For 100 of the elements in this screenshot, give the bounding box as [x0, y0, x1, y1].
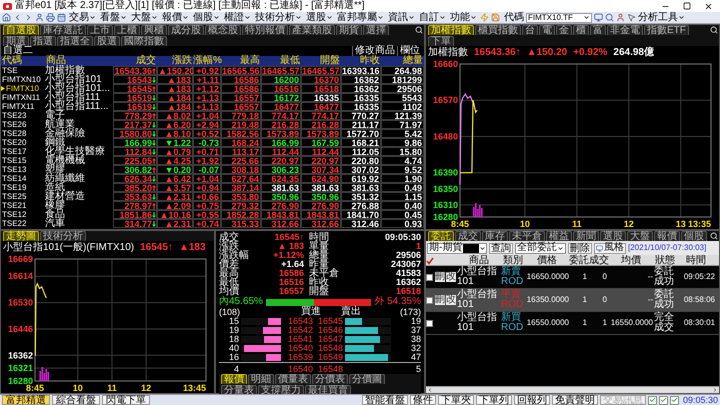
tab[interactable]: 分價圖 — [349, 374, 385, 384]
tab[interactable]: 分價表 — [312, 374, 348, 384]
menu-item[interactable]: 大盤 — [130, 12, 159, 22]
tab[interactable]: 報價 — [221, 374, 247, 384]
checkbox[interactable] — [648, 396, 657, 404]
tab[interactable]: 個股 — [681, 231, 707, 241]
menu-item[interactable]: 個股 — [192, 12, 221, 22]
tab[interactable]: 富 — [590, 25, 606, 35]
row-action-button[interactable]: 刪 — [435, 272, 445, 282]
tab[interactable]: 明細 — [248, 374, 274, 384]
save-icon[interactable] — [491, 13, 500, 22]
row-action-button[interactable]: 刪 — [435, 295, 445, 305]
person-icon[interactable] — [35, 13, 44, 22]
filter-dropdown[interactable]: 全部委託 — [515, 242, 566, 254]
back-icon[interactable] — [13, 13, 22, 22]
scroll-right-icon[interactable] — [712, 387, 718, 393]
status-button[interactable]: 回報列 — [514, 395, 550, 405]
tab[interactable]: 成交 — [455, 231, 481, 241]
menu-item[interactable]: 分析工具 — [638, 12, 685, 22]
tab[interactable]: 庫存 — [482, 231, 508, 241]
tab[interactable]: 櫃 — [573, 25, 589, 35]
menu-item[interactable]: 富邦專屬 — [336, 12, 385, 22]
menu-item[interactable]: 看盤 — [99, 12, 128, 22]
tab[interactable]: 金 — [556, 25, 572, 35]
menu-item[interactable]: 技術分析 — [254, 12, 303, 22]
status-button[interactable]: 智能看盤 — [362, 395, 408, 405]
tab[interactable]: 非金電 — [607, 25, 643, 35]
tab[interactable]: 概念股 — [205, 25, 241, 35]
delete-button[interactable]: 刪除 — [568, 242, 592, 254]
status-button[interactable]: 下單列 — [476, 395, 512, 405]
tab[interactable]: 股選 — [94, 36, 120, 46]
tab[interactable]: 下單 — [428, 36, 454, 46]
checkbox[interactable] — [670, 396, 679, 404]
tab[interactable]: 上市 — [87, 25, 113, 35]
tab[interactable]: 新聞 — [573, 231, 599, 241]
printer-icon[interactable] — [46, 13, 55, 22]
close-icon[interactable] — [704, 2, 713, 10]
menu-item[interactable]: 交易 — [68, 12, 97, 22]
tab[interactable]: 期選 — [3, 36, 29, 46]
tab[interactable]: 庫存選託 — [40, 25, 86, 35]
workspace-tab[interactable]: 閃電下單 — [102, 395, 150, 405]
tab[interactable]: 支撐壓力 — [258, 385, 304, 395]
tab[interactable]: 選股 — [600, 231, 626, 241]
menu-item[interactable]: 選股 — [305, 12, 334, 22]
tab[interactable]: 指數ETF — [644, 25, 689, 35]
tab[interactable]: 特別報價 — [242, 25, 288, 35]
workspace-tab[interactable]: 富邦精選 — [2, 395, 50, 405]
tab[interactable]: 選擇 — [363, 25, 389, 35]
home-icon[interactable] — [2, 13, 11, 22]
checkbox[interactable] — [426, 296, 433, 304]
check-all-icon[interactable] — [426, 256, 434, 264]
status-button[interactable]: 下單夾 — [438, 395, 474, 405]
maximize-icon[interactable] — [683, 2, 691, 10]
pointer-icon[interactable] — [627, 13, 636, 22]
style-button[interactable]: 風格 — [594, 242, 626, 254]
monitor-icon[interactable] — [594, 13, 603, 22]
tab[interactable]: 成分股 — [168, 25, 204, 35]
tab[interactable]: 期貨 — [336, 25, 362, 35]
person-icon[interactable] — [616, 13, 625, 22]
tab[interactable]: 分量表 — [221, 385, 257, 395]
tab[interactable]: 權益 — [546, 231, 572, 241]
menu-item[interactable]: 報價 — [161, 12, 190, 22]
tab[interactable]: 國際指數 — [121, 36, 167, 46]
tab[interactable]: 技術分析 — [40, 231, 86, 241]
tab[interactable]: 加權指數 — [428, 25, 474, 35]
tab[interactable]: 台 — [522, 25, 538, 35]
tab[interactable]: 電 — [539, 25, 555, 35]
code-field[interactable]: FIMTX10.TF — [526, 12, 592, 22]
tab[interactable]: 最佳買賣 — [305, 385, 351, 395]
checkbox[interactable] — [426, 274, 433, 280]
tab[interactable]: 委託 — [428, 231, 454, 241]
tab[interactable]: 櫃買指數 — [475, 25, 521, 35]
query-button[interactable]: 查詢 — [489, 242, 513, 254]
tab[interactable]: 走勢圖 — [3, 231, 39, 241]
checkbox[interactable] — [426, 320, 433, 326]
menu-item[interactable]: 功能 — [449, 12, 478, 22]
tab[interactable]: 興櫃 — [141, 25, 167, 35]
tab[interactable]: 產業類股 — [289, 25, 335, 35]
status-button[interactable]: 條件 — [410, 395, 436, 405]
tab[interactable]: 大盤 — [627, 231, 653, 241]
workspace-tab[interactable]: 綜合看盤 — [52, 395, 100, 405]
calendar-icon[interactable] — [57, 13, 66, 22]
checkbox[interactable] — [658, 396, 668, 404]
account-dropdown[interactable]: 期-期貨 — [427, 242, 487, 254]
tab[interactable]: 上櫃 — [114, 25, 140, 35]
menu-item[interactable]: 自訂 — [418, 12, 447, 22]
menu-item[interactable]: 資訊 — [387, 12, 416, 22]
tab[interactable]: 未平倉 — [509, 231, 545, 241]
menu-item[interactable]: 權證 — [223, 12, 252, 22]
row-action-button[interactable]: 改 — [446, 295, 456, 305]
row-action-button[interactable]: 改 — [446, 272, 456, 282]
tab[interactable]: 指選 — [30, 36, 56, 46]
forward-icon[interactable] — [24, 13, 33, 22]
tab[interactable]: 報價 — [654, 231, 680, 241]
tab[interactable]: 自選股 — [3, 25, 39, 35]
tab[interactable]: 價量表 — [275, 374, 311, 384]
horizontal-scrollbar[interactable] — [426, 386, 719, 393]
scroll-left-icon[interactable] — [427, 387, 433, 393]
status-button[interactable]: 免責聲明 — [552, 395, 598, 405]
tab[interactable]: 指選全 — [57, 36, 93, 46]
